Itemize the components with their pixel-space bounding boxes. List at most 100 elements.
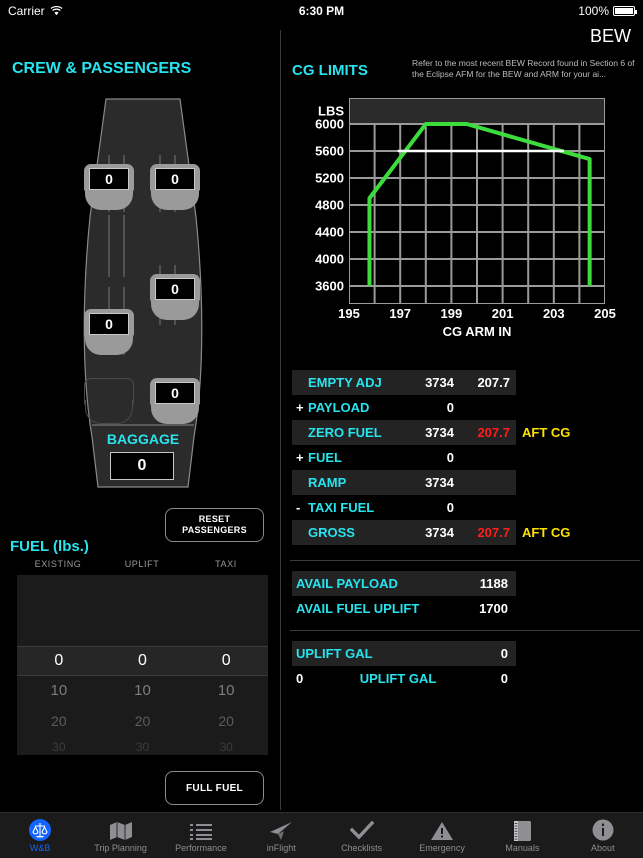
checkmark-icon: [349, 819, 374, 841]
uplift-row-label: UPLIFT GAL: [296, 646, 373, 661]
picker-item-selected[interactable]: 0: [101, 646, 185, 676]
wb-row-arm: 207.7: [477, 425, 510, 440]
picker-item[interactable]: 30: [101, 736, 185, 755]
wb-row-label: ZERO FUEL: [308, 425, 382, 440]
fuel-col-existing: EXISTING: [34, 559, 82, 569]
picker-item[interactable]: 20: [101, 706, 185, 736]
wb-row-weight: 0: [446, 400, 454, 415]
wb-row-weight: 3734: [425, 475, 454, 490]
table-divider-2: [290, 630, 640, 631]
picker-item[interactable]: 30: [17, 736, 101, 755]
tab-label: About: [591, 842, 615, 853]
seat-mid-right[interactable]: 0: [147, 274, 203, 320]
tab-label: Manuals: [505, 842, 540, 853]
uplift-row-value[interactable]: 0: [456, 671, 516, 686]
x-tick-label: 205: [594, 306, 616, 321]
tab-emergency[interactable]: Emergency: [402, 813, 482, 858]
tab-inflight[interactable]: inFlight: [241, 813, 321, 858]
fuel-pickers[interactable]: 0 10 20 30 0 10 20 30 0 10 20 30: [17, 575, 268, 755]
seat-copilot[interactable]: 0: [147, 164, 203, 210]
battery-percent: 100%: [578, 4, 609, 18]
reset-passengers-button[interactable]: RESET PASSENGERS: [165, 508, 264, 542]
wb-row-label: EMPTY ADJ: [308, 375, 382, 390]
wb-row-weight: 0: [446, 500, 454, 515]
warning-icon: [430, 819, 454, 841]
picker-item-selected[interactable]: 0: [17, 646, 101, 676]
wb-row-taxi-fuel: - TAXI FUEL 0: [292, 495, 516, 520]
fuel-picker-existing[interactable]: 0 10 20 30: [17, 575, 101, 755]
tab-label: Performance: [175, 842, 227, 853]
wb-row-ramp: RAMP 3734: [292, 470, 516, 495]
picker-item[interactable]: 10: [101, 676, 185, 706]
picker-item[interactable]: 20: [17, 706, 101, 736]
tab-label: W&B: [29, 842, 51, 853]
avail-row-label: AVAIL PAYLOAD: [296, 576, 398, 591]
column-divider: [280, 30, 281, 810]
picker-item[interactable]: 10: [184, 676, 268, 706]
wb-row-empty-adj: EMPTY ADJ 3734 207.7: [292, 370, 516, 395]
seat-weight-value[interactable]: 0: [155, 168, 195, 190]
tab-performance[interactable]: Performance: [161, 813, 241, 858]
seat-pilot[interactable]: 0: [81, 164, 137, 210]
bew-title[interactable]: BEW: [590, 26, 631, 47]
crew-passengers-heading: CREW & PASSENGERS: [12, 60, 192, 77]
wb-row-fuel: + FUEL 0: [292, 445, 516, 470]
uplift-row-uplift-gal-2[interactable]: 0 UPLIFT GAL 0: [292, 666, 516, 691]
seat-weight-value[interactable]: 0: [155, 382, 195, 404]
seat-aft-left-empty[interactable]: [81, 378, 137, 424]
tab-checklists[interactable]: Checklists: [322, 813, 402, 858]
cg-limits-chart: LBS 6000 5600 5200 4800 4400 4000 3600 195 197 19…: [292, 96, 622, 346]
picker-list[interactable]: 0 10 20 30: [101, 646, 185, 755]
y-tick-label: 4400: [315, 224, 344, 240]
wb-row-weight: 0: [446, 450, 454, 465]
uplift-row-label: UPLIFT GAL: [359, 671, 437, 686]
y-tick-label: 5600: [315, 143, 344, 159]
bew-note: Refer to the most recent BEW Record foun…: [412, 58, 635, 79]
seat-weight-value[interactable]: 0: [155, 278, 195, 300]
tab-manuals[interactable]: Manuals: [482, 813, 562, 858]
seat-mid-left[interactable]: 0: [81, 309, 137, 355]
tab-label: inFlight: [266, 842, 296, 853]
battery-icon: [613, 6, 637, 16]
x-tick-label: 199: [440, 306, 463, 321]
y-tick-label: 4000: [315, 251, 344, 267]
seat-weight-value[interactable]: 0: [89, 313, 129, 335]
seat-aft-right[interactable]: 0: [147, 378, 203, 424]
wb-row-label: + FUEL: [296, 450, 342, 465]
x-axis-labels: 195 197 199 201 203 205: [338, 306, 616, 324]
tab-about[interactable]: About: [563, 813, 643, 858]
list-icon: [189, 819, 212, 841]
tab-label: Checklists: [341, 842, 383, 853]
wb-row-label: GROSS: [308, 525, 355, 540]
info-icon: [592, 819, 614, 841]
x-tick-label: 197: [389, 306, 412, 321]
picker-list[interactable]: 0 10 20 30: [184, 646, 268, 755]
wb-row-arm: 207.7: [477, 525, 510, 540]
status-battery: 100%: [578, 4, 637, 18]
picker-list[interactable]: 0 10 20 30: [17, 646, 101, 755]
tab-trip-planning[interactable]: Trip Planning: [80, 813, 160, 858]
baggage-weight-input[interactable]: 0: [110, 452, 174, 480]
tab-label: Emergency: [419, 842, 465, 853]
picker-item[interactable]: 20: [184, 706, 268, 736]
seat-back: [84, 378, 134, 406]
map-icon: [109, 819, 133, 841]
bottom-tab-bar[interactable]: W&B Trip Planning Performance inFlight C…: [0, 812, 643, 858]
picker-item-selected[interactable]: 0: [184, 646, 268, 676]
uplift-row-uplift-gal-1[interactable]: UPLIFT GAL 0: [292, 641, 516, 666]
picker-item[interactable]: 30: [184, 736, 268, 755]
picker-item[interactable]: 10: [17, 676, 101, 706]
fuel-picker-taxi[interactable]: 0 10 20 30: [184, 575, 268, 755]
uplift-row-prefix: 0: [296, 671, 304, 686]
y-tick-label: 3600: [315, 278, 344, 294]
wb-row-weight: 3734: [425, 375, 454, 390]
seat-weight-value[interactable]: 0: [89, 168, 129, 190]
tab-wb[interactable]: W&B: [0, 813, 80, 858]
full-fuel-button[interactable]: FULL FUEL: [165, 771, 264, 805]
x-tick-label: 201: [491, 306, 514, 321]
uplift-row-value[interactable]: 0: [456, 646, 516, 661]
fuel-picker-uplift[interactable]: 0 10 20 30: [100, 575, 185, 755]
wb-row-weight: 3734: [425, 425, 454, 440]
wb-row-label: RAMP: [308, 475, 347, 490]
y-tick-label: 6000: [315, 116, 344, 132]
